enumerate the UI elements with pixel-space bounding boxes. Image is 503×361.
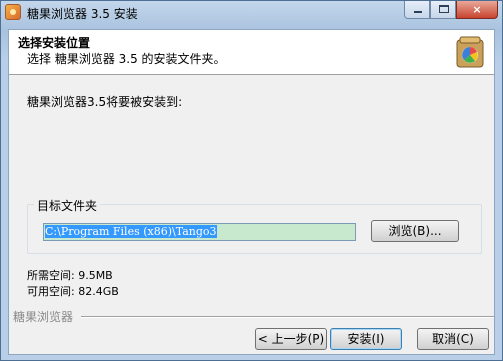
close-button[interactable]: × [456, 1, 498, 19]
installer-box-icon [456, 36, 484, 68]
target-folder-label: 目标文件夹 [34, 197, 101, 214]
target-folder-value: C:\Program Files (x86)\Tango3 [45, 225, 217, 238]
back-button[interactable]: < 上一步(P) [255, 328, 327, 350]
page-subtitle: 选择 糖果浏览器 3.5 的安装文件夹。 [27, 52, 226, 66]
candy-browser-app-icon [5, 4, 21, 20]
installer-window: 糖果浏览器 3.5 安装 × 选择安装位置 选择 糖果浏览器 3.5 的安装文件… [0, 0, 503, 361]
space-available-text: 可用空间: 82.4GB [27, 285, 119, 298]
installer-client-area: 选择安装位置 选择 糖果浏览器 3.5 的安装文件夹。 糖果浏览器3.5将要被安… [8, 29, 495, 355]
maximize-button[interactable] [430, 1, 456, 19]
install-button[interactable]: 安装(I) [330, 328, 402, 350]
minimize-icon [414, 11, 422, 13]
browse-button[interactable]: 浏览(B)... [371, 220, 459, 242]
window-controls: × [404, 1, 498, 19]
branding-divider [81, 316, 494, 318]
branding-text: 糖果浏览器 [13, 310, 74, 324]
install-to-label: 糖果浏览器3.5将要被安装到: [27, 95, 183, 109]
page-title: 选择安装位置 [18, 36, 91, 50]
target-folder-input[interactable]: C:\Program Files (x86)\Tango3 [43, 223, 356, 241]
close-icon: × [472, 3, 482, 16]
maximize-icon [439, 5, 449, 13]
window-title: 糖果浏览器 3.5 安装 [27, 7, 138, 21]
cancel-button[interactable]: 取消(C) [417, 328, 489, 350]
minimize-button[interactable] [404, 1, 430, 19]
title-bar[interactable]: 糖果浏览器 3.5 安装 × [1, 1, 502, 23]
page-header: 选择安装位置 选择 糖果浏览器 3.5 的安装文件夹。 [9, 30, 494, 75]
space-required-text: 所需空间: 9.5MB [27, 269, 113, 282]
